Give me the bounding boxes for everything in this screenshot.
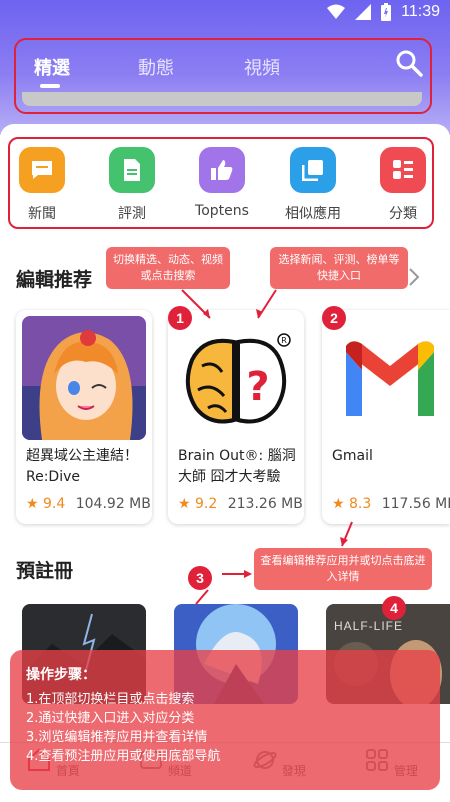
callout-tabs: 切换精选、动态、视频或点击搜索 — [106, 247, 230, 289]
callout-app-details: 查看编辑推荐应用并或切点击底进入详情 — [254, 548, 432, 590]
instruction-step: 4.查看预注册应用或使用底部导航 — [26, 749, 221, 764]
step-badge: 2 — [322, 306, 346, 330]
instruction-step: 3.浏览编辑推荐应用并查看详情 — [26, 730, 208, 745]
step-badge: 1 — [168, 306, 192, 330]
instruction-step: 1.在顶部切换栏目或点击搜索 — [26, 692, 195, 707]
instruction-step: 2.通过快捷入口进入对应分类 — [26, 711, 195, 726]
instruction-title: 操作步骤： — [26, 667, 96, 683]
step-badge: 4 — [382, 596, 406, 620]
callout-quick-entries: 选择新闻、评测、榜单等快捷入口 — [270, 247, 408, 289]
step-badge: 3 — [188, 566, 212, 590]
instruction-panel: 操作步骤： 1.在顶部切换栏目或点击搜索 2.通过快捷入口进入对应分类 3.浏览… — [10, 650, 440, 790]
